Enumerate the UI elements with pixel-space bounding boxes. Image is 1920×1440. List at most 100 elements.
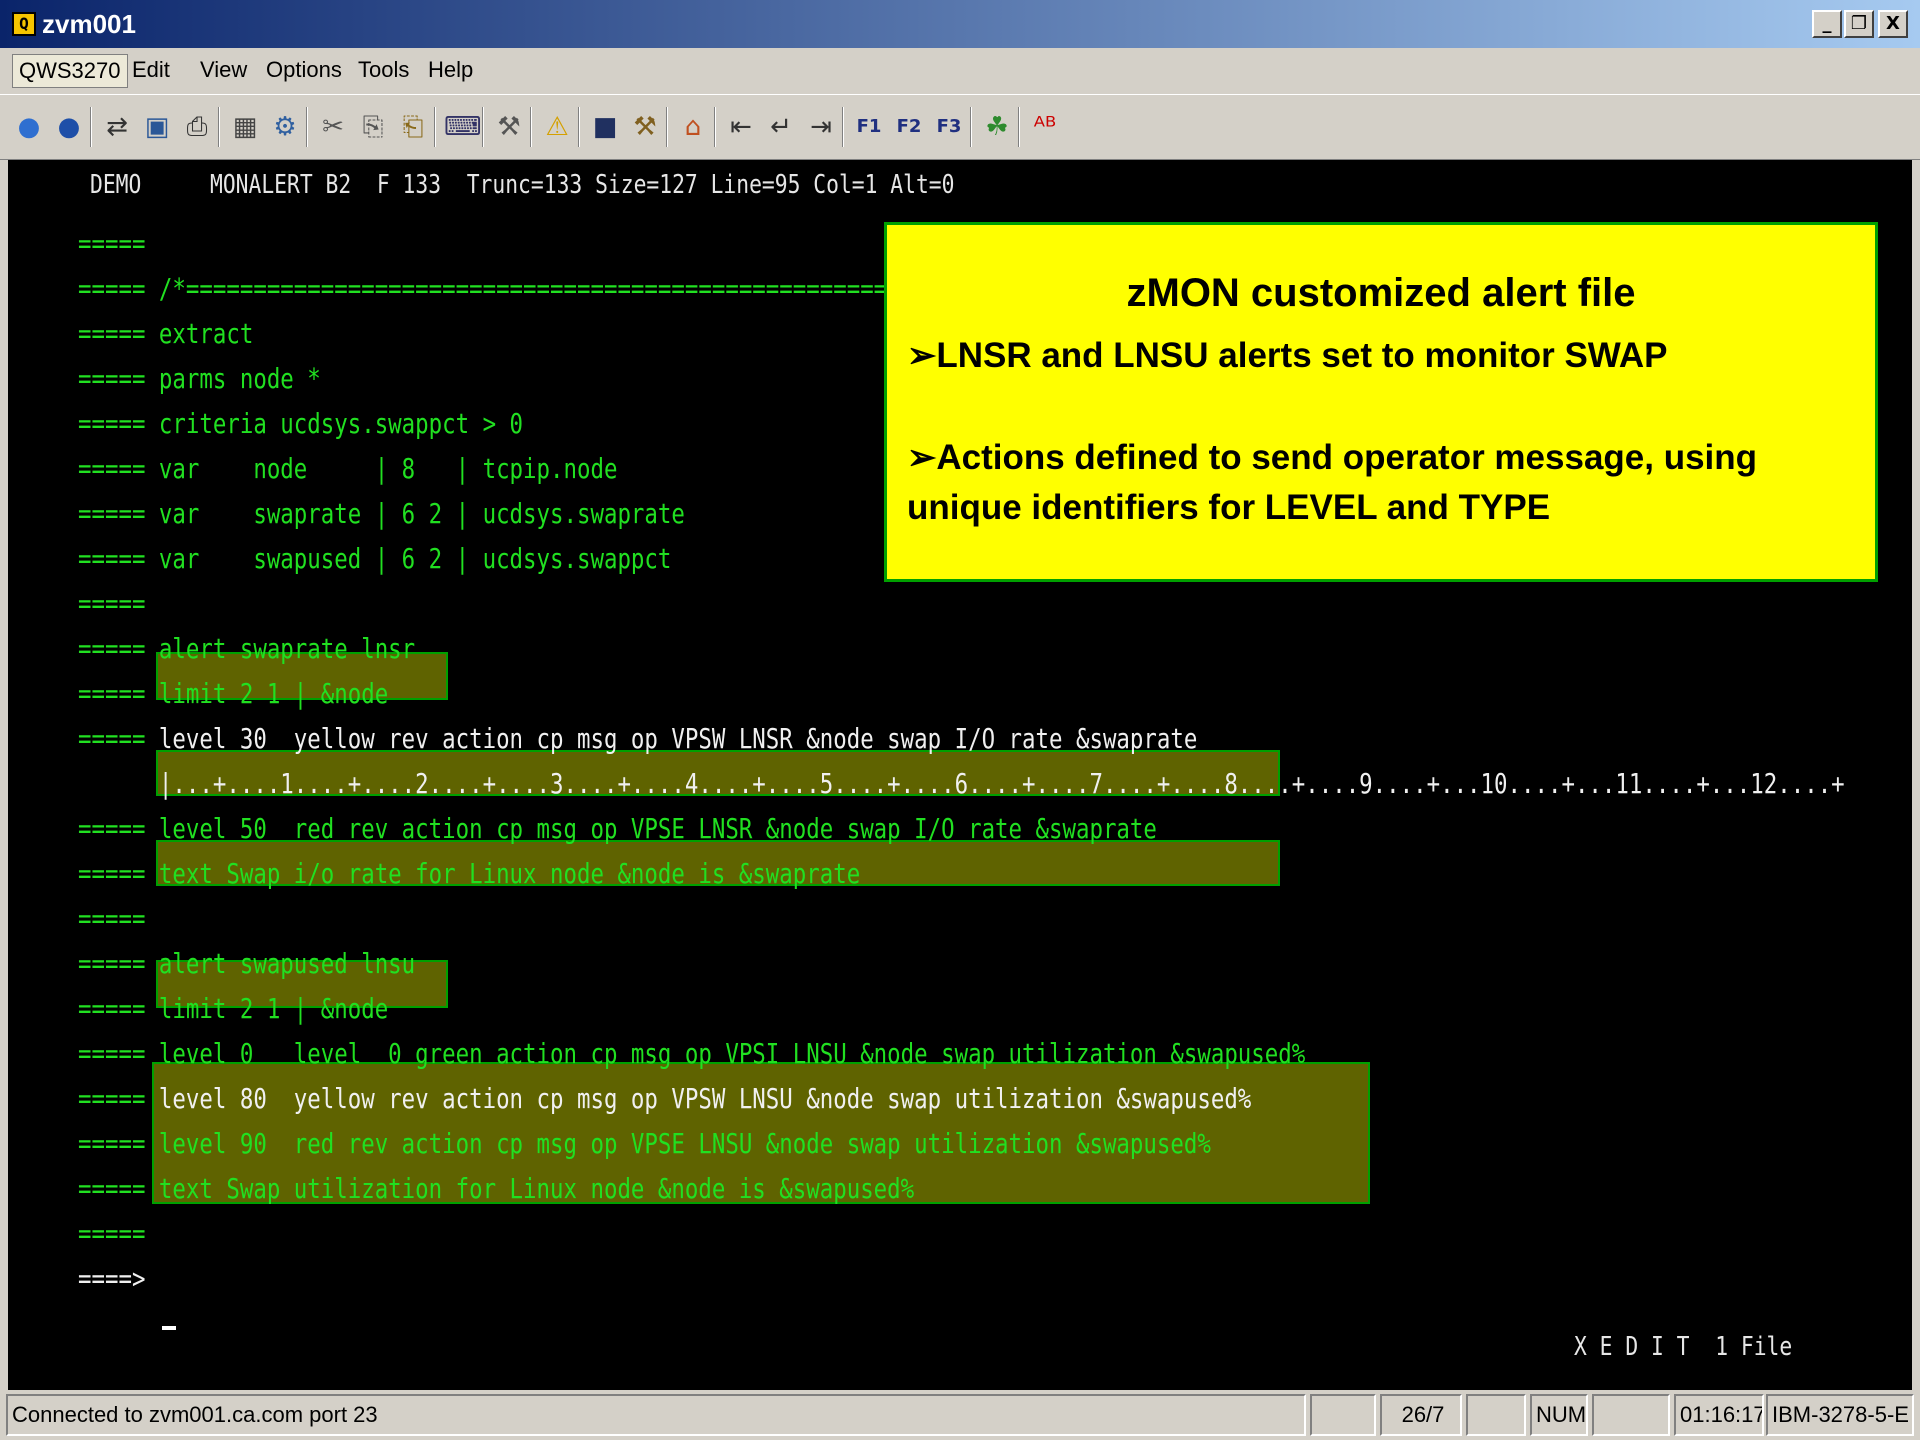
menu-options[interactable]: Options bbox=[260, 54, 348, 86]
callout-title: zMON customized alert file bbox=[1126, 271, 1636, 315]
pf2-icon[interactable]: F2 bbox=[892, 109, 926, 145]
line-prefix: ===== bbox=[78, 407, 146, 440]
toolbar-separator bbox=[714, 107, 716, 147]
terminal-line[interactable]: ===== limit 2 1 | &node bbox=[78, 989, 388, 1029]
terminal-line[interactable]: ===== criteria ucdsys.swappct > 0 bbox=[78, 404, 523, 444]
copy-icon[interactable]: ⎘ bbox=[356, 109, 390, 145]
macro-icon[interactable]: ⚙ bbox=[268, 109, 302, 145]
terminal-line[interactable]: |...+....1....+....2....+....3....+....4… bbox=[78, 764, 1845, 804]
terminal-screen[interactable]: DEMO MONALERT B2 F 133 Trunc=133 Size=12… bbox=[8, 160, 1912, 1390]
line-prefix: ===== bbox=[78, 587, 146, 620]
toolbar-separator bbox=[218, 107, 220, 147]
terminal-line[interactable]: ===== bbox=[78, 899, 159, 939]
menu-edit[interactable]: Edit bbox=[126, 54, 176, 86]
screen-icon[interactable]: ▣ bbox=[140, 109, 174, 145]
line-text: extract bbox=[158, 317, 254, 350]
terminal-icon[interactable]: ■ bbox=[588, 109, 622, 145]
toolbar-separator bbox=[842, 107, 844, 147]
terminal-line[interactable]: ===== var swaprate | 6 2 | ucdsys.swapra… bbox=[78, 494, 685, 534]
line-prefix: ===== bbox=[78, 722, 146, 755]
terminal-line[interactable]: ===== level 90 red rev action cp msg op … bbox=[78, 1124, 1211, 1164]
terminal-line[interactable]: ===== text Swap i/o rate for Linux node … bbox=[78, 854, 860, 894]
callout-line-2: Actions defined to send operator message… bbox=[936, 438, 1758, 477]
session-name: DEMO bbox=[90, 170, 142, 200]
minimize-button[interactable]: _ bbox=[1812, 10, 1842, 38]
keyboard-icon[interactable]: ⌨ bbox=[444, 109, 482, 145]
terminal-line[interactable]: ===== extract bbox=[78, 314, 253, 354]
line-text: level 30 yellow rev action cp msg op VPS… bbox=[158, 722, 1198, 755]
terminal-line[interactable]: ===== var node | 8 | tcpip.node bbox=[78, 449, 617, 489]
num-lock-indicator: NUM bbox=[1530, 1394, 1588, 1436]
home-icon[interactable]: ⌂ bbox=[676, 109, 710, 145]
callout-line-3: unique identifiers for LEVEL and TYPE bbox=[907, 488, 1551, 527]
toolbar-separator bbox=[578, 107, 580, 147]
title-bar: Q zvm001 _ ❐ X bbox=[0, 0, 1920, 48]
terminal-line[interactable]: ===== var swapused | 6 2 | ucdsys.swappc… bbox=[78, 539, 671, 579]
terminal-line[interactable]: ====> bbox=[78, 1259, 159, 1299]
transfer-icon[interactable]: ⇄ bbox=[100, 109, 134, 145]
cut-icon[interactable]: ✂ bbox=[316, 109, 350, 145]
terminal-line[interactable]: ===== level 0 level 0 green action cp ms… bbox=[78, 1034, 1305, 1074]
line-prefix: ===== bbox=[78, 1217, 146, 1250]
window-title: zvm001 bbox=[42, 9, 136, 39]
line-prefix: ===== bbox=[78, 497, 146, 530]
line-prefix: ===== bbox=[78, 1172, 146, 1205]
print-icon[interactable]: ⎙ bbox=[180, 109, 214, 145]
terminal-line[interactable]: ===== level 50 red rev action cp msg op … bbox=[78, 809, 1157, 849]
newline-icon[interactable]: ↵ bbox=[764, 109, 798, 145]
terminal-line[interactable]: ===== alert swapused lnsu bbox=[78, 944, 415, 984]
menu-help[interactable]: Help bbox=[422, 54, 479, 86]
annotation-callout: zMON customized alert file ➢LNSR and LNS… bbox=[884, 222, 1878, 582]
maximize-button[interactable]: ❐ bbox=[1844, 10, 1874, 38]
terminal-line[interactable]: ===== /*================================… bbox=[78, 269, 887, 309]
settings-icon[interactable]: ⚒ bbox=[628, 109, 662, 145]
command-prompt: ====> bbox=[78, 1262, 146, 1295]
bullet-arrow-icon: ➢ bbox=[907, 438, 937, 477]
tools-icon[interactable]: ⚒ bbox=[492, 109, 526, 145]
bullet-arrow-icon: ➢ bbox=[907, 336, 937, 375]
terminal-line[interactable]: ===== alert swaprate lnsr bbox=[78, 629, 415, 669]
spellcheck-icon[interactable]: ᴬᴮ bbox=[1028, 109, 1062, 145]
close-button[interactable]: X bbox=[1878, 10, 1908, 38]
capture-icon[interactable]: ▦ bbox=[228, 109, 262, 145]
pf1-icon[interactable]: F1 bbox=[852, 109, 886, 145]
field-back-icon[interactable]: ⇤ bbox=[724, 109, 758, 145]
terminal-line[interactable]: ===== bbox=[78, 1214, 159, 1254]
terminal-line[interactable]: ===== bbox=[78, 224, 159, 264]
line-prefix: ===== bbox=[78, 812, 146, 845]
terminal-line[interactable]: ===== limit 2 1 | &node bbox=[78, 674, 388, 714]
menu-qws3270[interactable]: QWS3270 bbox=[12, 54, 128, 88]
terminal-line[interactable]: ===== level 80 yellow rev action cp msg … bbox=[78, 1079, 1251, 1119]
terminal-line[interactable]: ===== text Swap utilization for Linux no… bbox=[78, 1169, 914, 1209]
connect-globe-icon[interactable]: ● bbox=[12, 109, 46, 145]
line-prefix: ===== bbox=[78, 1127, 146, 1160]
line-prefix: ===== bbox=[78, 272, 146, 305]
line-text: limit 2 1 | &node bbox=[158, 992, 389, 1025]
terminal-line[interactable]: ===== level 30 yellow rev action cp msg … bbox=[78, 719, 1197, 759]
terminal-line[interactable]: ===== parms node * bbox=[78, 359, 321, 399]
clock: 01:16:17 bbox=[1674, 1394, 1764, 1436]
leaf-icon[interactable]: ☘ bbox=[980, 109, 1014, 145]
menu-view[interactable]: View bbox=[194, 54, 253, 86]
paste-icon[interactable]: ⎗ bbox=[396, 109, 430, 145]
status-panel-empty-1 bbox=[1310, 1394, 1376, 1436]
toolbar-separator bbox=[306, 107, 308, 147]
line-text: var node | 8 | tcpip.node bbox=[158, 452, 618, 485]
disconnect-globe-icon[interactable]: ● bbox=[52, 109, 86, 145]
warning-icon[interactable]: ⚠ bbox=[540, 109, 574, 145]
status-panel-empty-3 bbox=[1592, 1394, 1670, 1436]
menu-tools[interactable]: Tools bbox=[352, 54, 415, 86]
pf3-icon[interactable]: F3 bbox=[932, 109, 966, 145]
toolbar-separator bbox=[90, 107, 92, 147]
terminal-line[interactable]: ===== bbox=[78, 584, 159, 624]
field-forward-icon[interactable]: ⇥ bbox=[804, 109, 838, 145]
